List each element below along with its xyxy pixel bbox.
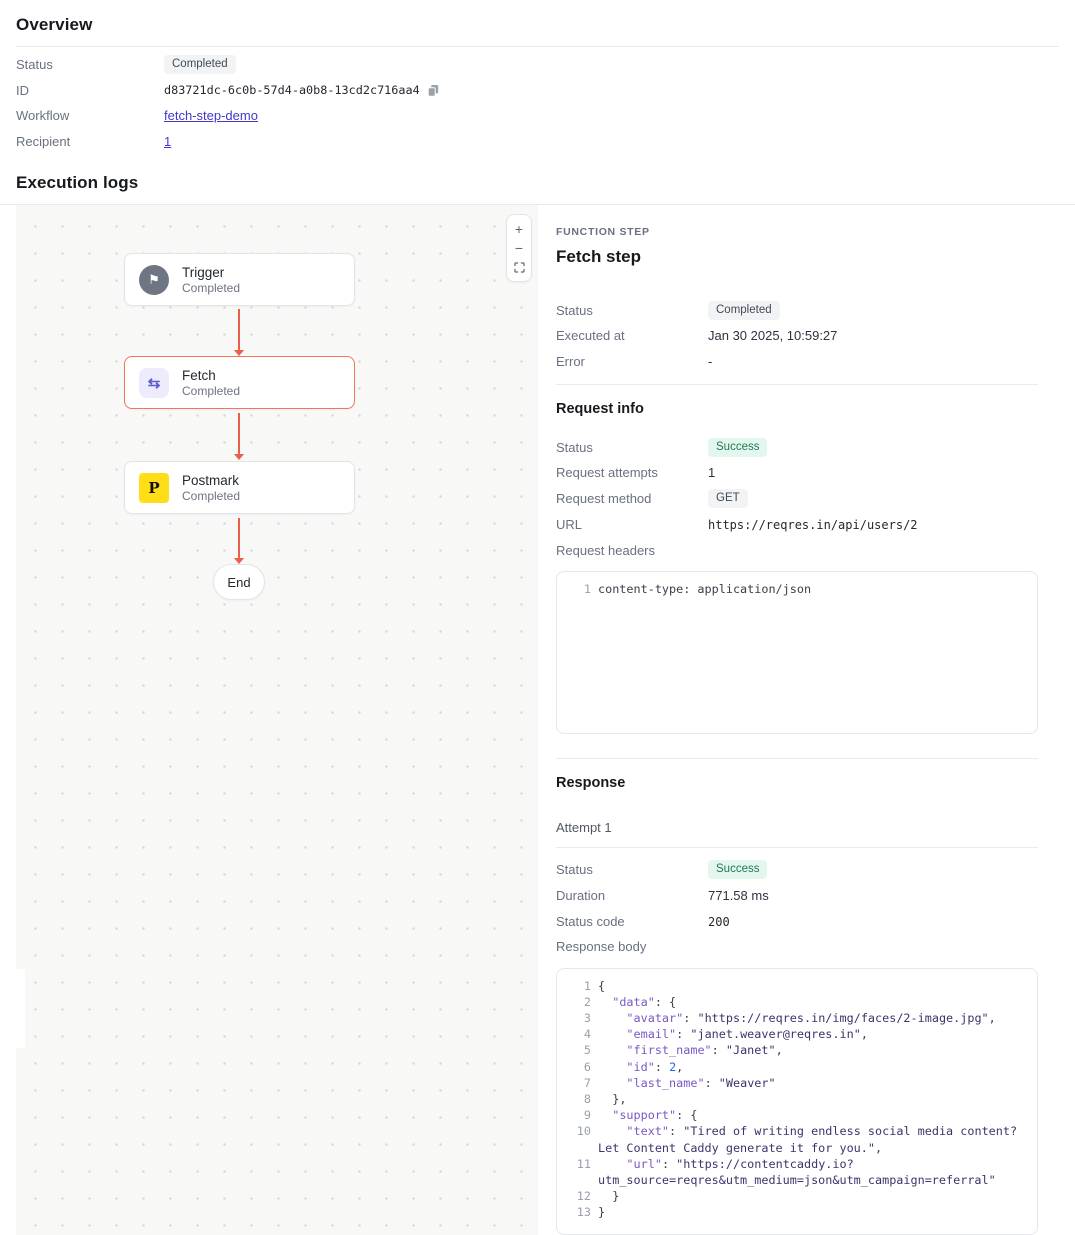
flow-node-postmark[interactable]: P Postmark Completed <box>124 461 355 514</box>
status-label: Status <box>556 303 708 318</box>
flag-icon: ⚑ <box>139 265 169 295</box>
request-status-badge: Success <box>708 438 767 457</box>
node-title: Trigger <box>182 264 240 281</box>
step-detail-panel: FUNCTION STEP Fetch step Status Complete… <box>556 205 1038 1234</box>
request-method-label: Request method <box>556 491 708 506</box>
response-status-badge: Success <box>708 860 767 879</box>
request-headers-code-block: 1content-type: application/json <box>556 571 1038 734</box>
code-line: 6 "id": 2, <box>571 1059 1025 1075</box>
node-status: Completed <box>182 489 240 504</box>
divider <box>16 46 1059 47</box>
overview-status-row: Status Completed <box>16 52 1059 78</box>
code-line: 8 }, <box>571 1091 1025 1107</box>
divider <box>556 758 1038 759</box>
flow-node-fetch[interactable]: ⇆ Fetch Completed <box>124 356 355 409</box>
code-line: 3 "avatar": "https://reqres.in/img/faces… <box>571 1010 1025 1026</box>
attempt-label: Attempt 1 <box>556 820 1038 835</box>
duration-value: 771.58 ms <box>708 888 1038 903</box>
response-rows: Status Success Duration 771.58 ms Status… <box>556 857 1038 960</box>
step-summary-rows: Status Completed Executed at Jan 30 2025… <box>556 297 1038 374</box>
node-status: Completed <box>182 281 240 296</box>
code-line: 10 "text": "Tired of writing endless soc… <box>571 1123 1025 1139</box>
response-body-label: Response body <box>556 939 708 954</box>
error-value: - <box>708 354 1038 369</box>
code-line: 7 "last_name": "Weaver" <box>571 1075 1025 1091</box>
execution-logs-section: ⚑ Trigger Completed ⇆ Fetch Completed P … <box>0 204 1075 1235</box>
response-heading: Response <box>556 775 1038 791</box>
step-status-badge: Completed <box>708 301 780 320</box>
code-line: Let Content Caddy generate it for you.", <box>571 1140 1025 1156</box>
code-line: 2 "data": { <box>571 994 1025 1010</box>
edge-trigger-fetch <box>233 309 245 356</box>
overview-rows: Status Completed ID d83721dc-6c0b-57d4-a… <box>16 52 1059 154</box>
duration-label: Duration <box>556 888 708 903</box>
overview-id-row: ID d83721dc-6c0b-57d4-a0b8-13cd2c716aa4 <box>16 78 1059 104</box>
response-status-label: Status <box>556 862 708 877</box>
fit-view-icon[interactable] <box>510 259 528 277</box>
url-value: https://reqres.in/api/users/2 <box>708 518 918 532</box>
overview-recipient-row: Recipient 1 <box>16 129 1059 155</box>
response-body-code-block: 1{2 "data": {3 "avatar": "https://reqres… <box>556 968 1038 1235</box>
status-code-value: 200 <box>708 915 730 929</box>
code-line: 5 "first_name": "Janet", <box>571 1042 1025 1058</box>
edge-postmark-end <box>233 518 245 564</box>
workflow-link[interactable]: fetch-step-demo <box>164 108 258 123</box>
request-attempts-label: Request attempts <box>556 465 708 480</box>
overview-heading: Overview <box>16 0 1059 35</box>
divider <box>556 847 1038 848</box>
request-attempts-value: 1 <box>708 465 1038 480</box>
code-line: 11 "url": "https://contentcaddy.io? <box>571 1156 1025 1172</box>
copy-icon[interactable] <box>427 84 440 97</box>
zoom-out-button[interactable]: − <box>510 239 528 257</box>
execution-logs-heading: Execution logs <box>16 173 1059 193</box>
status-code-label: Status code <box>556 914 708 929</box>
code-line: utm_source=reqres&utm_medium=json&utm_ca… <box>571 1172 1025 1188</box>
overview-section: Overview Status Completed ID d83721dc-6c… <box>0 0 1075 193</box>
flow-node-end[interactable]: End <box>213 564 265 600</box>
error-label: Error <box>556 354 708 369</box>
overview-workflow-row: Workflow fetch-step-demo <box>16 103 1059 129</box>
request-method-badge: GET <box>708 489 748 508</box>
end-label: End <box>227 575 250 590</box>
node-title: Postmark <box>182 472 240 489</box>
recipient-label: Recipient <box>16 134 164 149</box>
swap-arrows-icon: ⇆ <box>139 368 169 398</box>
divider <box>556 384 1038 385</box>
status-label: Status <box>16 57 164 72</box>
url-label: URL <box>556 517 708 532</box>
executed-at-value: Jan 30 2025, 10:59:27 <box>708 328 1038 343</box>
request-status-label: Status <box>556 440 708 455</box>
status-badge: Completed <box>164 55 236 74</box>
code-line: 12 } <box>571 1188 1025 1204</box>
step-type-kicker: FUNCTION STEP <box>556 226 1038 238</box>
id-label: ID <box>16 83 164 98</box>
code-line: 13} <box>571 1204 1025 1220</box>
request-headers-label: Request headers <box>556 543 708 558</box>
code-line: 9 "support": { <box>571 1107 1025 1123</box>
request-info-rows: Status Success Request attempts 1 Reques… <box>556 434 1038 562</box>
zoom-in-button[interactable]: + <box>510 220 528 238</box>
edge-fetch-postmark <box>233 413 245 460</box>
node-title: Fetch <box>182 367 240 384</box>
workflow-label: Workflow <box>16 108 164 123</box>
postmark-logo-icon: P <box>139 473 169 503</box>
transaction-id: d83721dc-6c0b-57d4-a0b8-13cd2c716aa4 <box>164 83 420 97</box>
canvas-edge-panel <box>16 969 25 1048</box>
request-info-heading: Request info <box>556 401 1038 417</box>
canvas-zoom-controls: + − <box>506 214 532 282</box>
workflow-canvas[interactable]: ⚑ Trigger Completed ⇆ Fetch Completed P … <box>16 205 538 1235</box>
executed-at-label: Executed at <box>556 328 708 343</box>
code-line: 1{ <box>571 978 1025 994</box>
flow-node-trigger[interactable]: ⚑ Trigger Completed <box>124 253 355 306</box>
node-status: Completed <box>182 384 240 399</box>
step-title: Fetch step <box>556 247 1038 267</box>
recipient-link[interactable]: 1 <box>164 134 171 149</box>
code-line: 1content-type: application/json <box>571 581 1025 597</box>
code-line: 4 "email": "janet.weaver@reqres.in", <box>571 1026 1025 1042</box>
